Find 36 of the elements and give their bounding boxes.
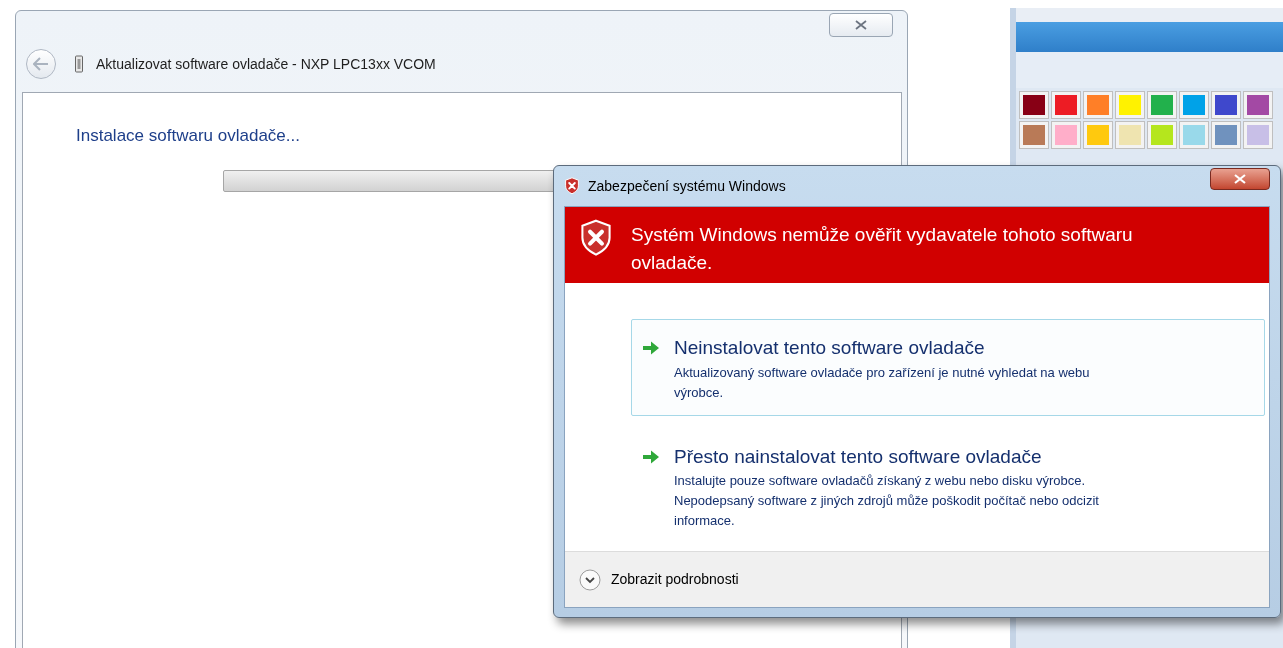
color-swatch[interactable] bbox=[1212, 92, 1240, 118]
dialog-title: Zabezpečení systému Windows bbox=[588, 176, 786, 196]
shield-error-icon bbox=[579, 219, 613, 257]
color-swatch[interactable] bbox=[1212, 122, 1240, 148]
close-button[interactable] bbox=[1210, 168, 1270, 190]
window-title: Aktualizovat software ovladače - NXP LPC13xx VCOM bbox=[96, 54, 436, 74]
color-swatch[interactable] bbox=[1180, 92, 1208, 118]
option-title: Neinstalovat tento software ovladače bbox=[674, 336, 986, 360]
warning-text: Systém Windows nemůže ověřit vydavatele tohoto softwaru ovladače. bbox=[631, 223, 1134, 275]
page-heading: Instalace softwaru ovladače... bbox=[76, 125, 300, 147]
color-swatch[interactable] bbox=[1052, 122, 1080, 148]
details-toggle[interactable]: Zobrazit podrobnosti bbox=[565, 551, 1269, 607]
color-swatch[interactable] bbox=[1180, 122, 1208, 148]
option-description: Instalujte pouze software ovladačů získaný z webu nebo disku výrobce. Nepodepsaný software z jiných zdrojů může poškodit počítač nebo odcizit informace. bbox=[674, 472, 1100, 530]
color-swatch[interactable] bbox=[1148, 122, 1176, 148]
usb-device-icon bbox=[74, 55, 84, 73]
close-icon bbox=[855, 20, 867, 30]
arrow-icon bbox=[642, 340, 660, 356]
color-swatch[interactable] bbox=[1084, 122, 1112, 148]
option-description: Aktualizovaný software ovladače pro zařízení je nutné vyhledat na webu výrobce. bbox=[674, 363, 1091, 402]
close-icon bbox=[1234, 174, 1246, 184]
back-button[interactable] bbox=[26, 49, 56, 79]
color-swatch[interactable] bbox=[1148, 92, 1176, 118]
color-swatch[interactable] bbox=[1116, 122, 1144, 148]
back-arrow-icon bbox=[33, 57, 49, 71]
color-swatch[interactable] bbox=[1244, 92, 1272, 118]
option-title: Přesto nainstalovat tento software ovladače bbox=[674, 444, 1043, 469]
color-swatch[interactable] bbox=[1020, 122, 1048, 148]
color-swatch[interactable] bbox=[1084, 92, 1112, 118]
install-option[interactable]: Neinstalovat tento software ovladače Aktualizovaný software ovladače pro zařízení je nutné vyhledat na webu výrobce. bbox=[631, 319, 1265, 416]
color-swatch[interactable] bbox=[1116, 92, 1144, 118]
color-swatch[interactable] bbox=[1020, 92, 1048, 118]
arrow-icon bbox=[642, 448, 660, 465]
color-swatch[interactable] bbox=[1244, 122, 1272, 148]
shield-error-icon bbox=[564, 177, 580, 195]
color-swatch[interactable] bbox=[1052, 92, 1080, 118]
